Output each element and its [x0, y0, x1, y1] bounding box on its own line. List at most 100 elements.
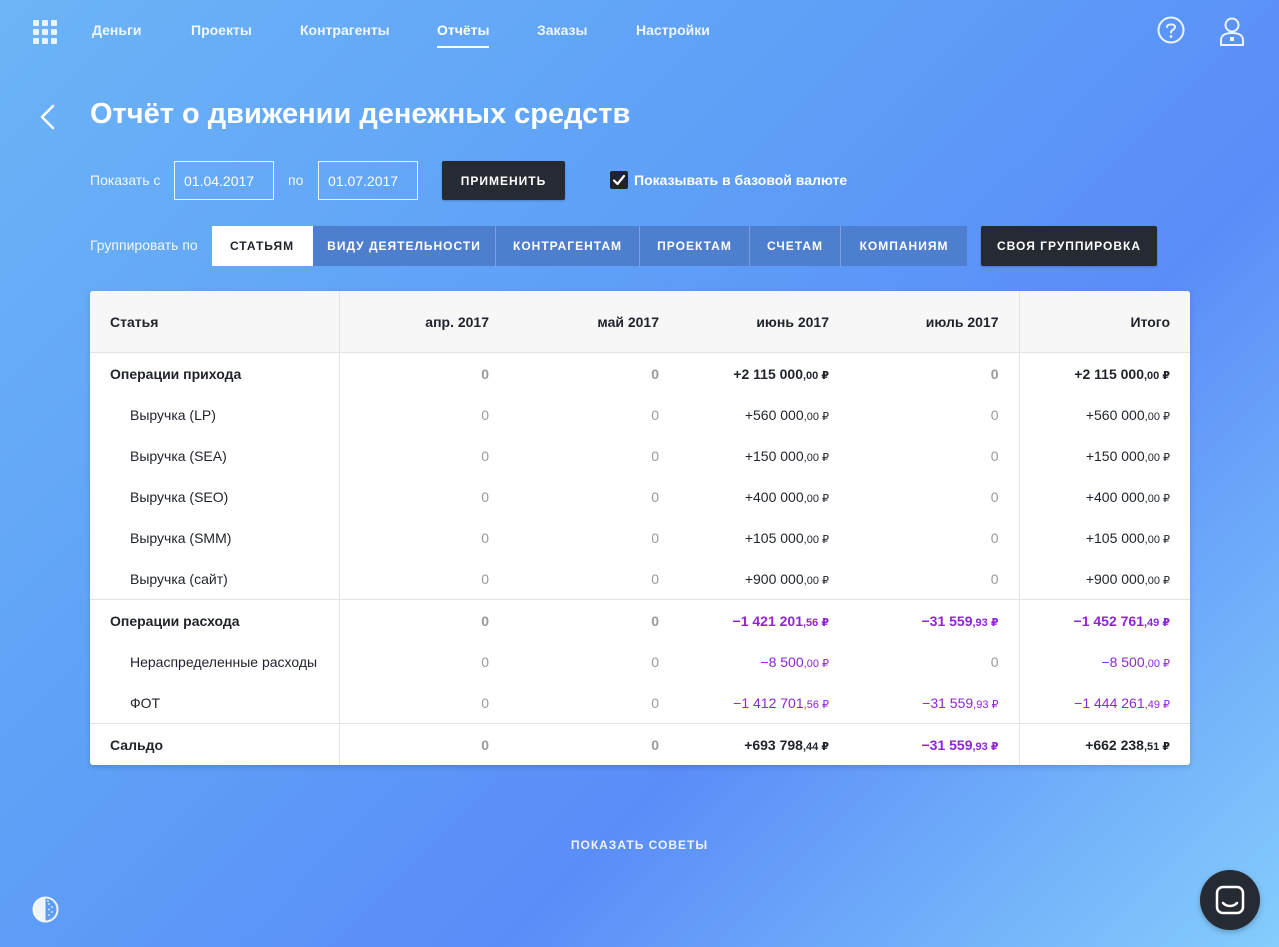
cell-amount: −8 500 — [760, 653, 804, 670]
column-header-may[interactable]: май 2017 — [509, 291, 679, 353]
cell-may: 0 — [509, 394, 679, 435]
cell-amount: +105 000 — [744, 529, 804, 546]
cell-amount: 0 — [481, 365, 489, 382]
cell-cents: ,93 ₽ — [973, 698, 999, 711]
cell-cents: ,56 ₽ — [803, 698, 829, 711]
chevron-left-icon[interactable] — [36, 102, 60, 132]
to-label: по — [288, 172, 304, 188]
column-header-jun[interactable]: июнь 2017 — [679, 291, 849, 353]
cell-amount: +662 238 — [1085, 736, 1144, 753]
cell-cents: ,00 ₽ — [1144, 451, 1170, 464]
cell-jun: +150 000,00 ₽ — [679, 435, 849, 476]
balance-row[interactable]: Сальдо 0 0 +693 798,44 ₽ −31 559,93 ₽ +662 23… — [90, 723, 1190, 765]
table-row[interactable]: Выручка (LP) 0 0 +560 000,00 ₽0 +560 000,00 … — [90, 394, 1190, 435]
cell-apr: 0 — [339, 682, 509, 724]
cell-amount: +150 000 — [744, 447, 804, 464]
date-to-input[interactable] — [318, 161, 418, 200]
nav-item-orders[interactable]: Заказы — [537, 22, 587, 38]
cell-apr: 0 — [339, 435, 509, 476]
column-header-total[interactable]: Итого — [1019, 291, 1190, 353]
cell-cents: ,93 ₽ — [972, 616, 999, 629]
cell-amount: +150 000 — [1085, 447, 1145, 464]
help-icon[interactable] — [1157, 16, 1185, 44]
cell-amount: 0 — [481, 447, 489, 464]
show-from-label: Показать с — [90, 172, 161, 188]
cell-cents: ,49 ₽ — [1143, 616, 1170, 629]
show-tips-link[interactable]: ПОКАЗАТЬ СОВЕТЫ — [0, 838, 1279, 852]
cell-amount: +400 000 — [1085, 488, 1145, 505]
cell-amount: +2 115 000 — [1074, 365, 1144, 382]
cell-amount: 0 — [651, 653, 659, 670]
table-row[interactable]: Выручка (сайт) 0 0 +900 000,00 ₽0 +900 000,0… — [90, 558, 1190, 600]
nav-item-money[interactable]: Деньги — [92, 22, 141, 38]
cell-may: 0 — [509, 435, 679, 476]
cell-amount: 0 — [651, 488, 659, 505]
row-label: Операции прихода — [90, 352, 340, 394]
base-currency-checkbox[interactable] — [610, 171, 628, 189]
cell-jul: 0 — [849, 352, 1020, 394]
group-by-projects[interactable]: ПРОЕКТАМ — [640, 226, 750, 266]
nav-item-projects[interactable]: Проекты — [191, 22, 252, 38]
cell-total: +105 000,00 ₽ — [1019, 517, 1190, 558]
top-nav: Деньги Проекты Контрагенты Отчёты Заказы… — [0, 0, 1279, 64]
cell-jun: +693 798,44 ₽ — [679, 723, 849, 765]
cell-cents: ,00 ₽ — [802, 369, 829, 382]
table-header-row: Статья апр. 2017 май 2017 июнь 2017 июль… — [90, 291, 1190, 353]
cell-cents: ,00 ₽ — [803, 533, 829, 546]
cell-cents: ,00 ₽ — [1144, 492, 1170, 505]
cell-jul: −31 559,93 ₽ — [849, 723, 1020, 765]
cell-jul: −31 559,93 ₽ — [849, 599, 1020, 641]
cell-cents: ,56 ₽ — [802, 616, 829, 629]
cell-amount: 0 — [651, 365, 659, 382]
apply-button[interactable]: ПРИМЕНИТЬ — [442, 161, 565, 200]
cell-amount: +900 000 — [1085, 570, 1145, 587]
group-by-counterparties[interactable]: КОНТРАГЕНТАМ — [496, 226, 640, 266]
cell-amount: −1 452 761 — [1073, 612, 1144, 629]
nav-item-reports[interactable]: Отчёты — [437, 22, 490, 48]
income-group-row[interactable]: Операции прихода 0 0 +2 115 000,00 ₽0 +2 115… — [90, 352, 1190, 395]
theme-icon[interactable] — [32, 896, 59, 923]
report-table-card: Статья апр. 2017 май 2017 июнь 2017 июль… — [90, 291, 1190, 765]
cell-amount: 0 — [990, 529, 999, 546]
cell-apr: 0 — [339, 599, 509, 641]
cell-amount: 0 — [481, 653, 489, 670]
cell-amount: −8 500 — [1101, 653, 1145, 670]
cell-cents: ,00 ₽ — [1144, 410, 1170, 423]
cell-cents: ,00 ₽ — [803, 492, 829, 505]
custom-grouping-button[interactable]: СВОЯ ГРУППИРОВКА — [981, 226, 1157, 266]
cell-may: 0 — [509, 558, 679, 600]
cell-jun: +2 115 000,00 ₽ — [679, 353, 849, 395]
user-icon[interactable] — [1219, 16, 1245, 46]
column-header-jul[interactable]: июль 2017 — [849, 291, 1020, 353]
row-label: Выручка (SMM) — [90, 517, 340, 558]
cell-cents: ,00 ₽ — [803, 410, 829, 423]
group-by-articles[interactable]: СТАТЬЯМ — [212, 226, 313, 266]
table-row[interactable]: Нераспределенные расходы 0 0 −8 500,00 ₽0 −8… — [90, 641, 1190, 682]
cell-apr: 0 — [339, 558, 509, 600]
table-row[interactable]: ФОТ 0 0 −1 412 701,56 ₽ −31 559,93 ₽ −1 444 2… — [90, 682, 1190, 724]
chat-button[interactable] — [1200, 870, 1260, 930]
grid-icon[interactable] — [33, 20, 57, 44]
table-row[interactable]: Выручка (SEA) 0 0 +150 000,00 ₽0 +150 000,00… — [90, 435, 1190, 476]
group-by-label: Группировать по — [90, 237, 198, 253]
table-row[interactable]: Выручка (SMM) 0 0 +105 000,00 ₽0 +105 000,00… — [90, 517, 1190, 558]
cell-total: −1 444 261,49 ₽ — [1019, 682, 1190, 724]
table-row[interactable]: Выручка (SEO) 0 0 +400 000,00 ₽0 +400 000,00… — [90, 476, 1190, 517]
date-from-input[interactable] — [174, 161, 274, 200]
group-by-companies[interactable]: КОМПАНИЯМ — [841, 226, 967, 266]
cell-amount: 0 — [651, 612, 659, 629]
column-header-article[interactable]: Статья — [90, 291, 340, 353]
cell-cents: ,00 ₽ — [803, 574, 829, 587]
group-by-activity[interactable]: ВИДУ ДЕЯТЕЛЬНОСТИ — [313, 226, 496, 266]
nav-item-settings[interactable]: Настройки — [636, 22, 710, 38]
cell-cents: ,00 ₽ — [1144, 574, 1170, 587]
base-currency-label[interactable]: Показывать в базовой валюте — [634, 172, 847, 188]
group-by-accounts[interactable]: СЧЕТАМ — [750, 226, 841, 266]
nav-item-counterparties[interactable]: Контрагенты — [300, 22, 390, 38]
cell-jun: +560 000,00 ₽ — [679, 394, 849, 435]
column-header-apr[interactable]: апр. 2017 — [339, 291, 509, 353]
cell-total: +900 000,00 ₽ — [1019, 558, 1190, 600]
row-label: Сальдо — [90, 723, 340, 765]
cell-cents: ,00 ₽ — [1144, 657, 1170, 670]
expense-group-row[interactable]: Операции расхода 0 0 −1 421 201,56 ₽ −31 559… — [90, 599, 1190, 641]
